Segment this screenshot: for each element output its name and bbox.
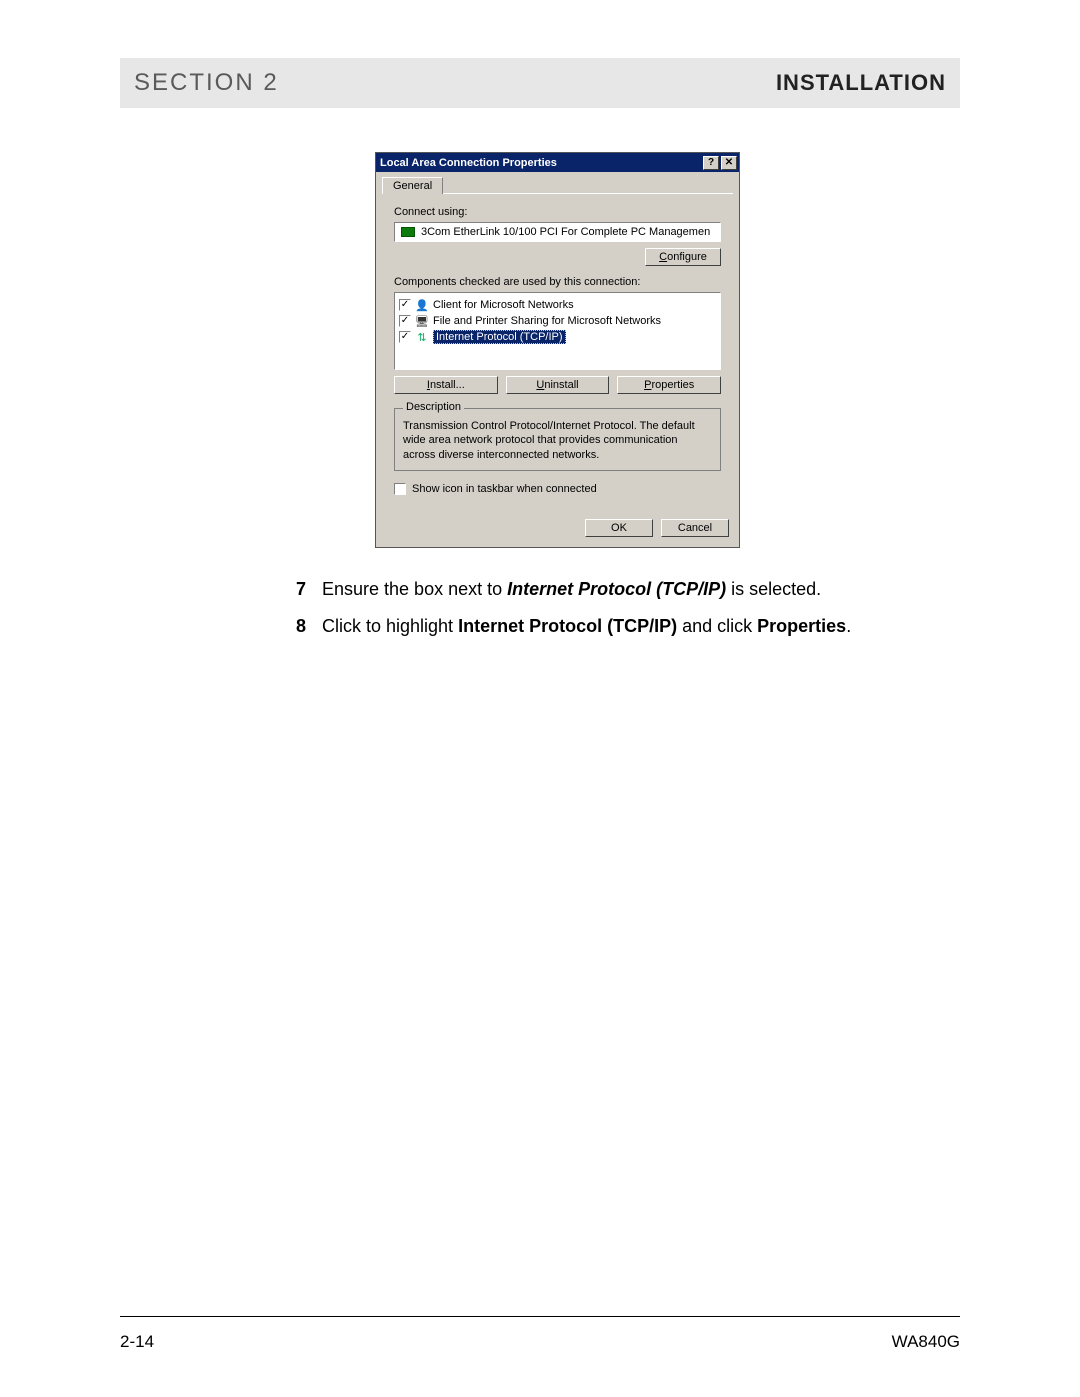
- cancel-button[interactable]: Cancel: [661, 519, 729, 537]
- tab-row: General: [376, 172, 739, 193]
- step-text: Ensure the box next to Internet Protocol…: [322, 576, 821, 603]
- tab-panel-general: Connect using: 3Com EtherLink 10/100 PCI…: [382, 193, 733, 505]
- tab-general[interactable]: General: [382, 177, 443, 194]
- connect-using-label: Connect using:: [394, 206, 721, 218]
- show-icon-row[interactable]: Show icon in taskbar when connected: [394, 483, 721, 495]
- instruction-step: 7 Ensure the box next to Internet Protoc…: [288, 576, 868, 603]
- description-text: Transmission Control Protocol/Internet P…: [403, 419, 712, 462]
- model-number: WA840G: [892, 1332, 960, 1352]
- footer-rule: [120, 1316, 960, 1317]
- dialog-title: Local Area Connection Properties: [380, 157, 701, 169]
- uninstall-button[interactable]: Uninstall: [506, 376, 610, 394]
- share-icon: 🖥: [415, 314, 429, 328]
- help-button[interactable]: ?: [703, 156, 719, 170]
- component-label: Internet Protocol (TCP/IP): [433, 330, 566, 344]
- list-item[interactable]: ✓ ⇅ Internet Protocol (TCP/IP): [399, 329, 716, 345]
- adapter-field: 3Com EtherLink 10/100 PCI For Complete P…: [394, 222, 721, 242]
- install-button[interactable]: Install...: [394, 376, 498, 394]
- component-label: File and Printer Sharing for Microsoft N…: [433, 315, 661, 327]
- description-group: Description Transmission Control Protoco…: [394, 408, 721, 471]
- components-list[interactable]: ✓ 👤 Client for Microsoft Networks ✓ 🖥 Fi…: [394, 292, 721, 370]
- step-text: Click to highlight Internet Protocol (TC…: [322, 613, 851, 640]
- adapter-name: 3Com EtherLink 10/100 PCI For Complete P…: [421, 226, 710, 238]
- list-item[interactable]: ✓ 👤 Client for Microsoft Networks: [399, 297, 716, 313]
- checkbox-icon[interactable]: ✓: [399, 299, 411, 311]
- list-item[interactable]: ✓ 🖥 File and Printer Sharing for Microso…: [399, 313, 716, 329]
- checkbox-icon[interactable]: ✓: [399, 315, 411, 327]
- instructions: 7 Ensure the box next to Internet Protoc…: [288, 576, 868, 640]
- section-header: SECTION 2 INSTALLATION: [120, 58, 960, 108]
- dialog-footer: OK Cancel: [376, 511, 739, 547]
- step-number: 7: [288, 576, 306, 603]
- page-footer: 2-14 WA840G: [120, 1332, 960, 1352]
- section-title: INSTALLATION: [776, 70, 946, 96]
- configure-button[interactable]: Configure: [645, 248, 721, 266]
- components-label: Components checked are used by this conn…: [394, 276, 721, 288]
- protocol-icon: ⇅: [415, 330, 429, 344]
- properties-dialog: Local Area Connection Properties ? ✕ Gen…: [375, 152, 740, 548]
- show-icon-label: Show icon in taskbar when connected: [412, 483, 597, 495]
- client-icon: 👤: [415, 298, 429, 312]
- description-legend: Description: [403, 401, 464, 413]
- component-label: Client for Microsoft Networks: [433, 299, 574, 311]
- properties-button[interactable]: Properties: [617, 376, 721, 394]
- page-number: 2-14: [120, 1332, 154, 1352]
- close-button[interactable]: ✕: [721, 156, 737, 170]
- checkbox-icon[interactable]: ✓: [399, 331, 411, 343]
- dialog-titlebar: Local Area Connection Properties ? ✕: [376, 153, 739, 172]
- nic-icon: [401, 227, 415, 237]
- step-number: 8: [288, 613, 306, 640]
- section-label: SECTION 2: [134, 69, 279, 97]
- ok-button[interactable]: OK: [585, 519, 653, 537]
- instruction-step: 8 Click to highlight Internet Protocol (…: [288, 613, 868, 640]
- show-icon-checkbox[interactable]: [394, 483, 406, 495]
